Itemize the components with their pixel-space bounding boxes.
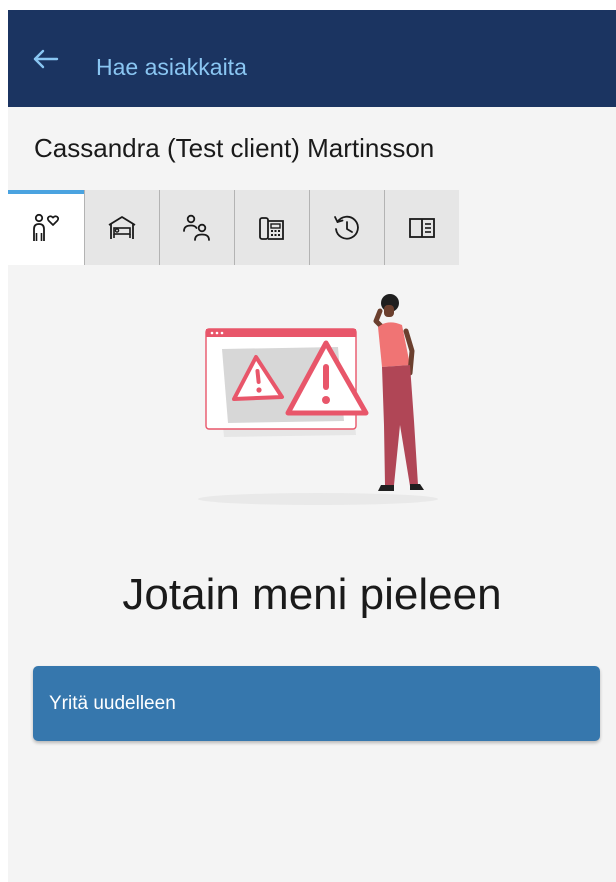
back-button[interactable] bbox=[32, 44, 72, 74]
retry-button[interactable]: Yritä uudelleen bbox=[33, 666, 600, 741]
app-screen: Hae asiakkaita Cassandra (Test client) M… bbox=[8, 10, 616, 882]
client-name-heading: Cassandra (Test client) Martinsson bbox=[34, 133, 435, 163]
person-heart-icon bbox=[33, 213, 60, 241]
back-to-client-search-link[interactable]: Hae asiakkaita bbox=[96, 54, 247, 80]
tab-details-panel[interactable] bbox=[384, 190, 459, 265]
client-tab-bar bbox=[8, 190, 459, 265]
error-warning-illustration bbox=[198, 294, 438, 505]
top-app-bar: Hae asiakkaita bbox=[8, 10, 616, 107]
error-message-title: Jotain meni pieleen bbox=[122, 570, 502, 619]
side-panel-icon bbox=[409, 217, 435, 238]
tab-phone-directory[interactable] bbox=[234, 190, 309, 265]
tab-contacts[interactable] bbox=[159, 190, 234, 265]
phone-fax-icon bbox=[259, 216, 284, 240]
arrow-left-icon bbox=[33, 49, 59, 69]
tab-housing[interactable] bbox=[84, 190, 159, 265]
bed-home-icon bbox=[108, 215, 136, 239]
history-icon bbox=[334, 215, 359, 240]
tab-history[interactable] bbox=[309, 190, 384, 265]
tab-client-wellbeing[interactable] bbox=[8, 190, 84, 265]
people-icon bbox=[183, 214, 210, 241]
